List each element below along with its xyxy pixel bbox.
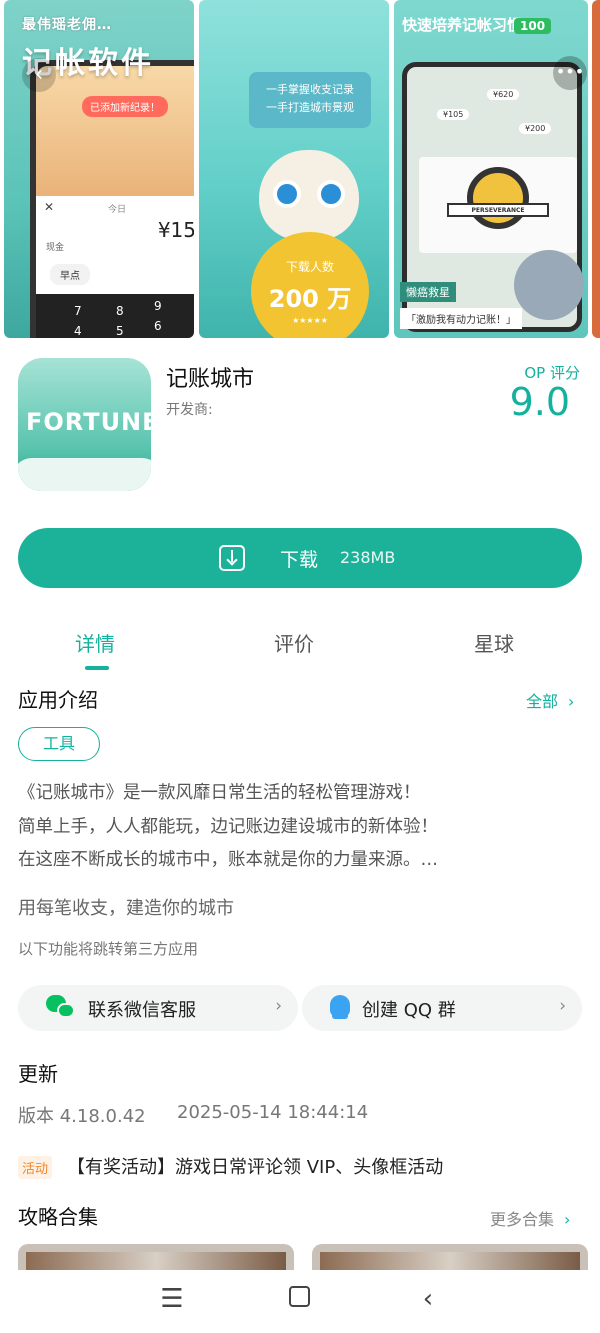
chevron-right-icon: ›: [568, 692, 575, 711]
app-name: 记账城市: [166, 367, 255, 392]
wechat-service-button[interactable]: 联系微信客服 ›: [18, 985, 298, 1031]
lazy-tag: 懒癌救星: [400, 282, 456, 302]
more-icon: •••: [555, 62, 585, 81]
intro-line-1: 《记账城市》是一款风靡日常生活的轻松管理游戏！: [18, 783, 421, 803]
qq-group-button[interactable]: 创建 QQ 群 ›: [302, 985, 582, 1031]
feature-line-1: 一手掌握收支记录: [266, 83, 354, 96]
chevron-right-icon: ›: [275, 996, 282, 1016]
intro-line-3: 在这座不断成长的城市中，账本就是你的力量来源。…: [18, 850, 438, 870]
intro-all-label: 全部: [526, 692, 559, 711]
key: 6: [154, 319, 162, 333]
screenshot-1-phone: 已添加新纪录！ ✕ 今日 ¥15 现金 早点 7 8 9 4 5 6 1 2 3: [30, 60, 194, 338]
amount-value: ¥15: [157, 218, 194, 242]
op-rating-score: 9.0: [509, 380, 570, 424]
keypad: 7 8 9 4 5 6 1 2 3: [36, 294, 194, 338]
guides-title: 攻略合集: [18, 1205, 98, 1229]
close-icon: ✕: [44, 200, 55, 214]
download-icon: [219, 545, 245, 571]
update-title: 更新: [18, 1062, 58, 1086]
game-scene: 已添加新纪录！: [36, 66, 194, 196]
slogan: 用每笔收支，建造你的城市: [18, 898, 234, 919]
intro-line-2: 简单上手，人人都能玩，边记账边建设城市的新体验！: [18, 817, 438, 837]
screenshot-1[interactable]: 已添加新纪录！ ✕ 今日 ¥15 现金 早点 7 8 9 4 5 6 1 2 3: [4, 0, 194, 338]
tab-details[interactable]: 详情: [75, 628, 115, 657]
mini-value: ¥105: [437, 109, 470, 120]
screenshot-2[interactable]: 一手掌握收支记录 一手打造城市景观 下载人数 200 万 ★★★★★: [199, 0, 389, 338]
downloads-badge: 下载人数 200 万 ★★★★★: [251, 232, 369, 338]
version-text: 版本 4.18.0.42: [18, 1106, 146, 1127]
key: 9: [154, 299, 162, 313]
qq-group-label: 创建 QQ 群: [362, 1000, 456, 1021]
activity-link[interactable]: 【有奖活动】游戏日常评论领 VIP、头像框活动: [67, 1153, 443, 1179]
download-size: 238MB: [340, 548, 396, 567]
key: 8: [116, 304, 124, 318]
wechat-service-label: 联系微信客服: [88, 1000, 196, 1021]
activity-badge: 活动: [18, 1156, 53, 1179]
developer-label[interactable]: 开发商:: [166, 399, 213, 419]
more-button[interactable]: •••: [553, 56, 587, 90]
downloads-badge-label: 下载人数: [285, 260, 334, 274]
koala-mascot: [514, 250, 584, 320]
achievement-card: PERSEVERANCE: [419, 157, 577, 253]
intro-all-link[interactable]: 全部 ›: [526, 688, 574, 712]
guides-more-link[interactable]: 更多合集 ›: [490, 1206, 570, 1230]
ledger-panel: ✕ 今日 ¥15 现金 早点 7 8 9 4 5 6 1 2 3: [36, 196, 194, 338]
screenshot-3-title: 快速培养记帐习惯: [402, 16, 523, 34]
app-icon: FORTUNE: [18, 358, 151, 491]
wechat-icon: [46, 995, 76, 1021]
third-party-note: 以下功能将跳转第三方应用: [18, 940, 199, 958]
guides-more-label: 更多合集: [490, 1210, 555, 1229]
screenshot-3[interactable]: ¥620 ¥105 ¥200 PERSEVERANCE 快速培养记帐习惯 100…: [394, 0, 588, 338]
cat-eye: [273, 180, 301, 208]
chevron-left-icon: ‹: [34, 62, 44, 87]
achievement-banner: PERSEVERANCE: [447, 203, 549, 217]
update-date: 2025-05-14 18:44:14: [177, 1102, 369, 1123]
chevron-right-icon: ›: [564, 1210, 571, 1229]
app-icon-cloud: [18, 458, 151, 491]
encourage-caption: 「激励我有动力记账！」: [400, 308, 522, 329]
back-button[interactable]: ‹: [22, 58, 56, 92]
app-icon-word: FORTUNE: [26, 408, 151, 436]
intro-title: 应用介绍: [18, 688, 98, 712]
key: 4: [74, 324, 82, 338]
cash-label: 现金: [46, 243, 65, 253]
key: 7: [74, 304, 82, 318]
feature-line-2: 一手打造城市景观: [266, 101, 354, 114]
mini-value: ¥620: [487, 89, 520, 100]
tab-planet[interactable]: 星球: [474, 628, 514, 657]
added-record-pill: 已添加新纪录！: [82, 96, 168, 117]
mini-value: ¥200: [519, 123, 552, 134]
key: 5: [116, 324, 124, 338]
tab-indicator: [85, 666, 109, 670]
chevron-right-icon: ›: [559, 996, 566, 1016]
tab-reviews[interactable]: 评价: [274, 628, 314, 657]
back-icon[interactable]: ‹: [413, 1284, 443, 1314]
download-label: 下载: [280, 549, 319, 571]
download-button[interactable]: 下载 238MB: [18, 528, 582, 588]
menu-icon[interactable]: ☰: [157, 1284, 187, 1314]
today-label: 今日: [108, 205, 127, 215]
system-nav-bar: ☰ ‹: [0, 1270, 600, 1333]
qq-icon: [330, 995, 350, 1021]
feature-card: 一手掌握收支记录 一手打造城市景观: [249, 72, 371, 128]
trophy-icon: [467, 167, 529, 229]
category-tag[interactable]: 工具: [18, 727, 100, 761]
home-icon[interactable]: [289, 1286, 310, 1307]
status-text: 最伟瑶老佣…: [22, 17, 112, 33]
star-icon: ★★★★★: [292, 316, 328, 325]
downloads-badge-count: 200 万: [268, 285, 352, 313]
breakfast-chip: 早点: [50, 264, 90, 285]
cat-eye: [317, 180, 345, 208]
cat-mascot: [259, 150, 359, 240]
screenshot-carousel[interactable]: 已添加新纪录！ ✕ 今日 ¥15 现金 早点 7 8 9 4 5 6 1 2 3: [0, 0, 600, 340]
score-pill: 100: [514, 18, 552, 34]
screenshot-4[interactable]: [592, 0, 600, 338]
